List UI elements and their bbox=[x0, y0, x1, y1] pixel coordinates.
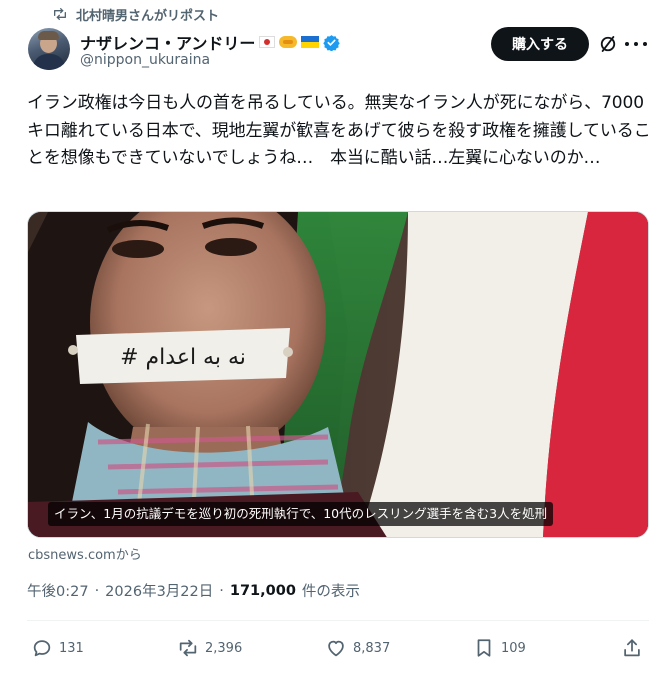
more-icon[interactable] bbox=[625, 34, 647, 54]
tweet-text: イラン政権は今日も人の首を吊るしている。無実なイラン人が死にながら、7000キロ… bbox=[27, 93, 651, 168]
handshake-icon bbox=[279, 36, 298, 48]
share-button[interactable] bbox=[621, 634, 643, 662]
author-handle[interactable]: @nippon_ukuraina bbox=[80, 52, 210, 68]
bookmark-icon bbox=[477, 639, 491, 657]
tape-text: # نه به اعدام bbox=[120, 345, 246, 370]
meta-separator: · bbox=[94, 582, 100, 599]
reply-count: 131 bbox=[59, 640, 84, 656]
bookmark-count: 109 bbox=[501, 640, 526, 656]
bookmark-button[interactable]: 109 bbox=[473, 634, 526, 662]
views-count: 171,000 bbox=[229, 582, 296, 599]
share-icon bbox=[624, 639, 640, 657]
media-caption: イラン、1月の抗議デモを巡り初の死刑執行で、10代のレスリング選手を含む3人を処… bbox=[48, 502, 554, 526]
repost-count: 2,396 bbox=[205, 640, 243, 656]
buy-button[interactable]: 購入する bbox=[491, 27, 589, 61]
like-button[interactable]: 8,837 bbox=[325, 634, 390, 662]
action-bar: 131 2,396 8,837 109 bbox=[27, 634, 649, 662]
divider bbox=[27, 620, 649, 621]
repost-icon bbox=[179, 639, 197, 657]
reply-button[interactable]: 131 bbox=[31, 634, 84, 662]
media-card[interactable]: # نه به اعدام イラン、1月の抗議デモを巡り初の死刑執行で、10代の… bbox=[27, 211, 649, 538]
meta-separator: · bbox=[219, 582, 224, 599]
views-label: 件の表示 bbox=[301, 584, 360, 600]
avatar[interactable] bbox=[28, 28, 70, 70]
repost-indicator[interactable]: 北村晴男さんがリポスト bbox=[52, 6, 220, 24]
heart-icon bbox=[328, 640, 344, 657]
repost-icon bbox=[54, 7, 66, 20]
tweet-meta: 午後0:27 · 2026年3月22日 · 171,000 件の表示 bbox=[27, 580, 360, 601]
media-source-link[interactable]: cbsnews.comから bbox=[28, 544, 142, 563]
ukraine-flag-icon bbox=[301, 36, 320, 48]
tweet-date[interactable]: 2026年3月22日 bbox=[105, 580, 213, 601]
author-display-name[interactable]: ナザレンコ・アンドリー bbox=[80, 30, 255, 54]
repost-label: 北村晴男さんがリポスト bbox=[76, 8, 220, 24]
repost-button[interactable]: 2,396 bbox=[177, 634, 242, 662]
media-image: # نه به اعدام bbox=[28, 212, 648, 537]
japan-flag-icon bbox=[259, 36, 276, 48]
author-name-row[interactable]: ナザレンコ・アンドリー bbox=[80, 30, 341, 54]
tweet-time[interactable]: 午後0:27 bbox=[27, 580, 89, 601]
verified-badge-icon[interactable] bbox=[323, 34, 341, 51]
like-count: 8,837 bbox=[353, 640, 391, 656]
grok-icon[interactable] bbox=[598, 34, 618, 54]
reply-icon bbox=[33, 640, 51, 657]
